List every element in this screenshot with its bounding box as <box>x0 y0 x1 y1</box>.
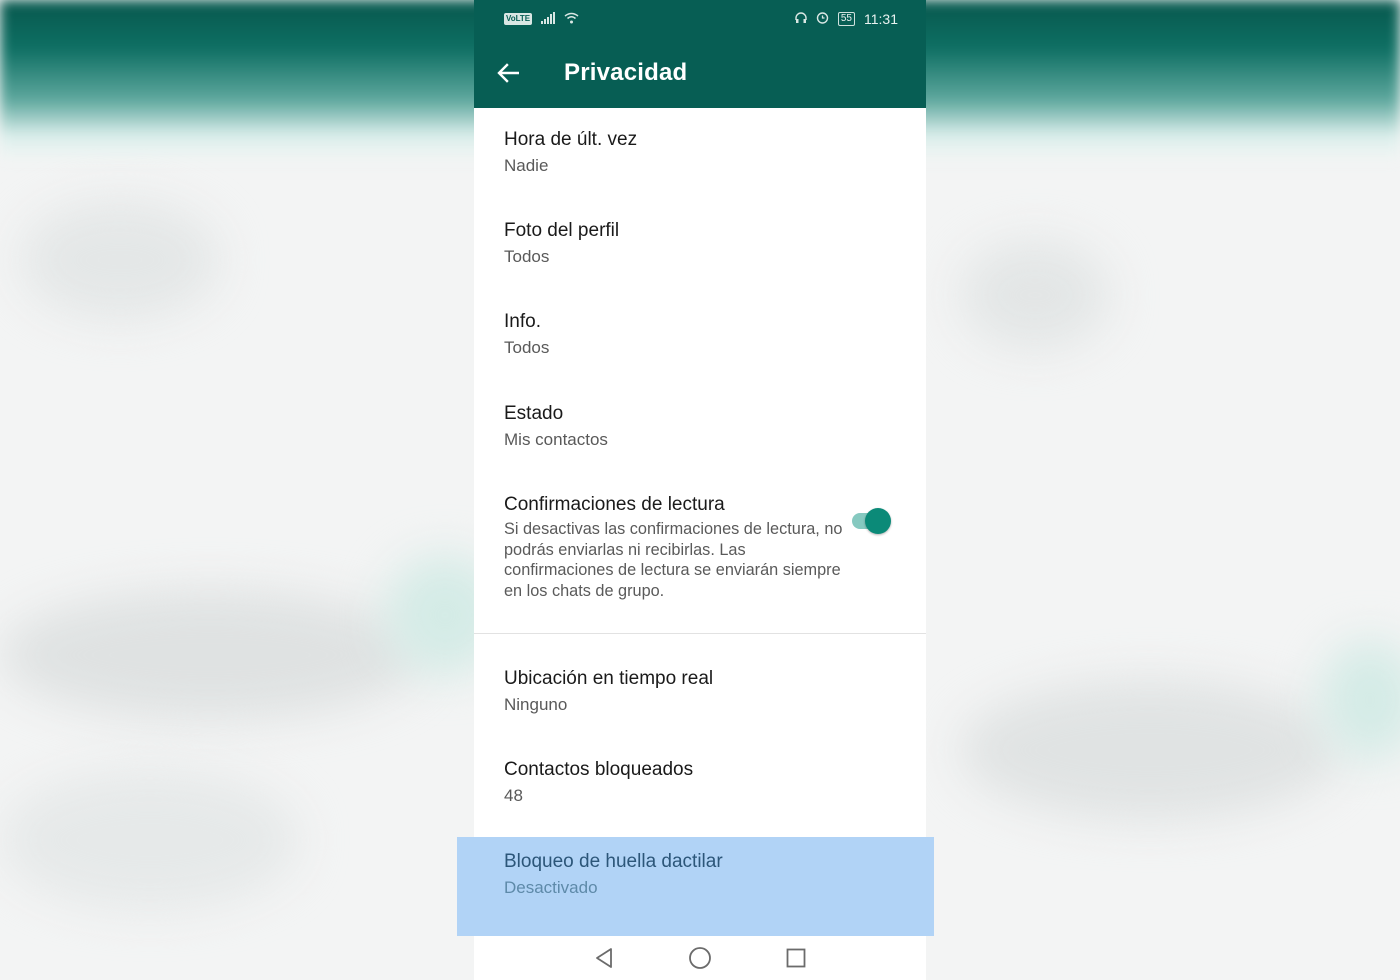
setting-live-location[interactable]: Ubicación en tiempo real Ninguno <box>474 668 926 716</box>
setting-title: Contactos bloqueados <box>504 759 694 780</box>
clock-time: 11:31 <box>864 10 898 27</box>
read-receipts-toggle[interactable] <box>852 506 892 536</box>
recents-square-icon[interactable] <box>778 940 814 976</box>
setting-title: Estado <box>504 403 564 424</box>
setting-blocked-contacts[interactable]: Contactos bloqueados 48 <box>474 759 926 807</box>
home-circle-icon[interactable] <box>682 940 718 976</box>
phone-screen: VoLTE 55 11:31 Privacidad Hora de últ. v… <box>474 0 926 980</box>
background-blob <box>0 770 300 910</box>
setting-value: Nadie <box>504 156 549 175</box>
setting-value: Todos <box>504 247 550 266</box>
background-blob <box>0 590 420 720</box>
setting-value: Mis contactos <box>504 430 608 449</box>
setting-info[interactable]: Info. Todos <box>474 311 926 359</box>
signal-icon <box>541 11 556 27</box>
section-divider <box>474 633 926 634</box>
status-bar: VoLTE 55 11:31 <box>474 0 926 37</box>
wifi-icon <box>564 11 579 27</box>
setting-title: Bloqueo de huella dactilar <box>504 851 723 872</box>
setting-value: Desactivado <box>504 878 598 897</box>
battery-icon: 55 <box>837 11 855 26</box>
setting-value: Ninguno <box>504 695 568 714</box>
setting-profile-photo[interactable]: Foto del perfil Todos <box>474 220 926 268</box>
setting-last-seen[interactable]: Hora de últ. vez Nadie <box>474 129 926 177</box>
volte-badge: VoLTE <box>504 12 533 25</box>
alarm-icon <box>816 11 829 27</box>
setting-value: Todos <box>504 338 550 357</box>
setting-title: Info. <box>504 311 541 332</box>
app-bar: Privacidad <box>474 37 926 108</box>
headphones-icon <box>795 11 807 27</box>
setting-description: Si desactivas las confirmaciones de lect… <box>504 520 843 600</box>
toggle-thumb <box>865 508 891 534</box>
page-title: Privacidad <box>564 58 688 86</box>
system-nav-bar <box>474 936 926 980</box>
setting-title: Foto del perfil <box>504 220 620 241</box>
setting-status[interactable]: Estado Mis contactos <box>474 403 926 451</box>
background-blob <box>960 240 1110 350</box>
arrow-left-icon[interactable] <box>497 61 521 85</box>
background-blob <box>960 680 1340 820</box>
background-blob <box>20 200 220 320</box>
setting-title: Hora de últ. vez <box>504 129 638 150</box>
setting-fingerprint-lock[interactable]: Bloqueo de huella dactilar Desactivado <box>457 837 934 936</box>
setting-title: Ubicación en tiempo real <box>504 668 714 689</box>
back-triangle-icon[interactable] <box>586 940 622 976</box>
setting-value: 48 <box>504 786 523 805</box>
